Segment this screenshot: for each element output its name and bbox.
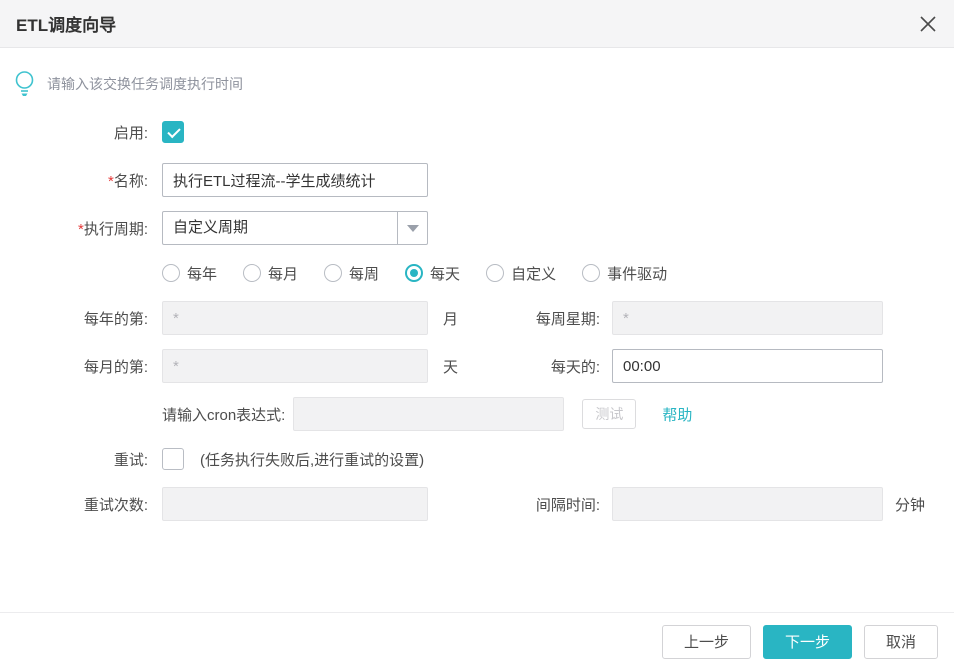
retry-checkbox[interactable] [162,448,184,470]
period-select-value: 自定义周期 [163,212,397,244]
radio-weekly[interactable]: 每周 [324,263,379,284]
daily-time-label: 每天的: [478,356,612,377]
enable-label: 启用: [0,122,162,143]
interval-suffix: 分钟 [883,494,925,515]
schedule-form: 启用: *名称: *执行周期: 自定义周期 每年 每月 [0,97,954,521]
radio-icon[interactable] [582,264,600,282]
interval-label: 间隔时间: [478,494,612,515]
interval-input[interactable] [612,487,883,521]
name-label: *名称: [0,170,162,191]
cron-label: 请输入cron表达式: [162,404,285,425]
month-time-row: 每月的第: 天 每天的: [0,349,954,383]
radio-yearly[interactable]: 每年 [162,263,217,284]
cron-test-button[interactable]: 测试 [582,399,636,429]
retry-label: 重试: [0,449,162,470]
prev-step-button[interactable]: 上一步 [662,625,751,659]
week-day-input[interactable] [612,301,883,335]
year-day-input[interactable] [162,301,428,335]
week-day-label: 每周星期: [478,308,612,329]
chevron-down-icon [407,225,419,232]
radio-icon[interactable] [486,264,504,282]
daily-time-input[interactable] [612,349,883,383]
cron-help-link[interactable]: 帮助 [662,404,692,425]
retry-note: (任务执行失败后,进行重试的设置) [200,449,424,470]
year-day-suffix: 月 [428,308,478,329]
name-row: *名称: [0,163,954,197]
month-day-suffix: 天 [428,356,478,377]
cancel-button[interactable]: 取消 [864,625,938,659]
dialog-header: ETL调度向导 [0,0,954,48]
period-select[interactable]: 自定义周期 [162,211,428,245]
close-icon[interactable] [918,14,938,34]
period-row: *执行周期: 自定义周期 [0,211,954,245]
period-label: *执行周期: [0,218,162,239]
lightbulb-icon [14,70,35,97]
retry-count-label: 重试次数: [0,494,162,515]
next-step-button[interactable]: 下一步 [763,625,852,659]
retry-count-input[interactable] [162,487,428,521]
year-day-label: 每年的第: [0,308,162,329]
retry-row: 重试: (任务执行失败后,进行重试的设置) [0,445,954,473]
radio-monthly[interactable]: 每月 [243,263,298,284]
tip-text: 请输入该交换任务调度执行时间 [47,74,243,94]
radio-icon[interactable] [243,264,261,282]
period-select-arrow-button[interactable] [397,212,427,244]
month-day-input[interactable] [162,349,428,383]
radio-icon[interactable] [324,264,342,282]
cron-input[interactable] [293,397,564,431]
enable-row: 启用: [0,115,954,149]
retry-count-interval-row: 重试次数: 间隔时间: 分钟 [0,487,954,521]
month-day-label: 每月的第: [0,356,162,377]
cron-row: 请输入cron表达式: 测试 帮助 [0,397,954,431]
radio-event-driven[interactable]: 事件驱动 [582,263,667,284]
radio-custom[interactable]: 自定义 [486,263,556,284]
year-week-row: 每年的第: 月 每周星期: [0,301,954,335]
frequency-row: 每年 每月 每周 每天 自定义 事件驱动 [0,259,954,287]
radio-icon-selected[interactable] [405,264,423,282]
radio-daily[interactable]: 每天 [405,263,460,284]
radio-icon[interactable] [162,264,180,282]
enable-checkbox[interactable] [162,121,184,143]
dialog-footer: 上一步 下一步 取消 [0,612,954,670]
frequency-radio-group: 每年 每月 每周 每天 自定义 事件驱动 [162,263,667,284]
dialog-title: ETL调度向导 [16,11,116,36]
name-input[interactable] [162,163,428,197]
tip-row: 请输入该交换任务调度执行时间 [0,48,954,97]
